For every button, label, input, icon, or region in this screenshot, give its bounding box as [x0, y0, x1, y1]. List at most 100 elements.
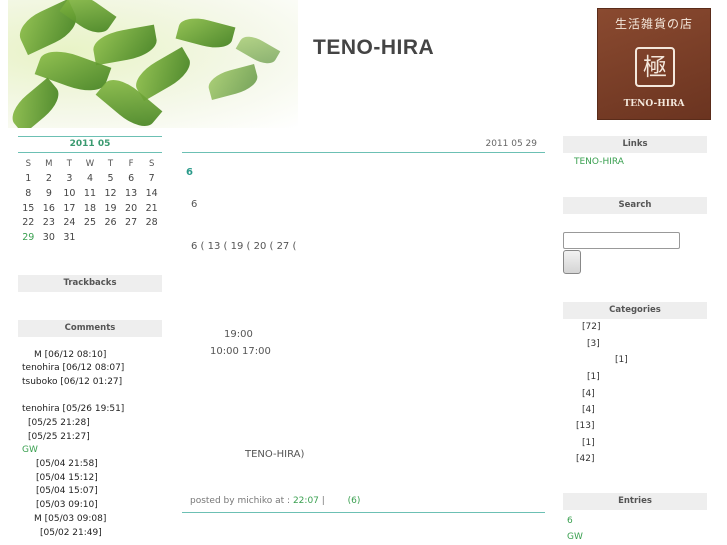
calendar-day[interactable]: 22 — [18, 215, 39, 230]
calendar-day[interactable]: 27 — [121, 215, 142, 230]
calendar-weekday: W — [85, 159, 95, 170]
category-item[interactable]: [1] — [587, 372, 600, 382]
calendar-title: 2011 05 — [18, 136, 162, 153]
posted-by-text: posted by michiko at : — [190, 496, 291, 506]
shop-logo[interactable]: 生活雑貨の店 極 TENO-HIRA — [597, 8, 711, 120]
calendar-day[interactable]: 31 — [59, 230, 80, 245]
calendar-day[interactable]: 18 — [80, 201, 101, 216]
entry-link-gw[interactable]: GW — [567, 529, 707, 545]
category-item[interactable]: [72] — [582, 322, 600, 332]
entry-body-line: TENO-HIRA) — [245, 449, 305, 460]
entry-bottom-rule — [182, 512, 545, 513]
calendar-day — [100, 230, 121, 245]
calendar-day[interactable]: 28 — [141, 215, 162, 230]
logo-bottom-text: TENO-HIRA — [623, 99, 685, 109]
comment-item[interactable]: [05/04 15:07] — [18, 485, 162, 499]
category-item[interactable]: [4] — [582, 405, 595, 415]
calendar-day[interactable]: 17 — [59, 201, 80, 216]
entry-body-line: 6 ( 13 ( 19 ( 20 ( 27 ( — [191, 241, 297, 252]
comments-list: M [06/12 08:10] tenohira [06/12 08:07] tsu… — [18, 349, 162, 541]
calendar-day — [141, 230, 162, 245]
calendar-day[interactable]: 4 — [80, 172, 101, 187]
comment-item[interactable]: [05/25 21:28] — [18, 417, 162, 431]
calendar-day[interactable]: 2 — [39, 172, 60, 187]
entry-date: 2011 05 29 — [182, 136, 545, 153]
comments-count-link[interactable]: (6) — [348, 496, 361, 506]
search-input[interactable] — [563, 232, 680, 249]
comment-item[interactable]: [05/02 21:49] — [18, 527, 162, 541]
calendar-day[interactable]: 5 — [100, 172, 121, 187]
category-item[interactable]: [4] — [582, 389, 595, 399]
comment-item[interactable]: tenohira [06/12 08:07] — [18, 362, 162, 376]
logo-mark: 極 — [635, 47, 675, 87]
search-heading: Search — [563, 197, 707, 214]
calendar-table: S M T W T F S 1 2 3 4 5 6 7 8 9 10 11 12 13 14 15 16 17 18 19 20 21… — [18, 157, 162, 245]
calendar-day[interactable]: 29 — [18, 230, 39, 245]
calendar-day[interactable]: 16 — [39, 201, 60, 216]
calendar-day[interactable]: 7 — [141, 172, 162, 187]
logo-top-text: 生活雑貨の店 — [614, 17, 693, 31]
posted-time-link[interactable]: 22:07 — [293, 496, 319, 506]
calendar-weekday: M — [45, 159, 53, 170]
category-item[interactable]: [1] — [615, 355, 628, 365]
entry-footer: posted by michiko at : 22:07 | (6) — [190, 496, 360, 506]
comment-item[interactable]: M [05/03 09:08] — [18, 513, 162, 527]
calendar-day[interactable]: 10 — [59, 186, 80, 201]
calendar-day[interactable]: 30 — [39, 230, 60, 245]
link-teno-hira[interactable]: TENO-HIRA — [574, 157, 707, 167]
calendar-weekday: S — [25, 159, 31, 170]
entries-heading: Entries — [563, 493, 707, 510]
calendar-day[interactable]: 11 — [80, 186, 101, 201]
entry-body-line: 19:00 — [224, 329, 253, 340]
links-heading: Links — [563, 136, 707, 153]
category-item[interactable]: [3] — [587, 339, 600, 349]
comment-item[interactable]: [05/03 09:10] — [18, 499, 162, 513]
calendar-weekday: T — [107, 159, 114, 170]
comment-item[interactable]: tsuboko [06/12 01:27] — [18, 376, 162, 390]
right-sidebar: Links TENO-HIRA Search Categories [72] [3… — [563, 136, 707, 542]
entry-title[interactable]: 6 — [186, 167, 193, 178]
calendar-day[interactable]: 19 — [100, 201, 121, 216]
comment-item[interactable]: M [06/12 08:10] — [18, 349, 162, 363]
calendar-weekday: F — [128, 159, 134, 170]
calendar-day[interactable]: 8 — [18, 186, 39, 201]
comment-item[interactable]: [05/04 21:58] — [18, 458, 162, 472]
calendar-day[interactable]: 14 — [141, 186, 162, 201]
comment-item — [18, 390, 162, 404]
posted-separator: | — [318, 496, 325, 506]
comment-item[interactable]: tenohira [05/26 19:51] — [18, 403, 162, 417]
calendar-day[interactable]: 25 — [80, 215, 101, 230]
search-button[interactable] — [563, 250, 581, 274]
comment-item[interactable]: [05/25 21:27] — [18, 431, 162, 445]
calendar-day[interactable]: 6 — [121, 172, 142, 187]
calendar-day — [80, 230, 101, 245]
category-item[interactable]: [42] — [576, 454, 594, 464]
calendar-day[interactable]: 21 — [141, 201, 162, 216]
comment-item[interactable]: [05/04 15:12] — [18, 472, 162, 486]
calendar-day[interactable]: 23 — [39, 215, 60, 230]
calendar-day[interactable]: 1 — [18, 172, 39, 187]
categories-heading: Categories — [563, 302, 707, 319]
header: TENO-HIRA 生活雑貨の店 極 TENO-HIRA — [0, 0, 727, 128]
calendar-day[interactable]: 9 — [39, 186, 60, 201]
calendar-day[interactable]: 24 — [59, 215, 80, 230]
calendar-day[interactable]: 12 — [100, 186, 121, 201]
site-title[interactable]: TENO-HIRA — [313, 36, 434, 60]
main-entry: 2011 05 29 6 6 6 ( 13 ( 19 ( 20 ( 27 ( 19:… — [182, 136, 545, 516]
entry-link-6[interactable]: 6 — [567, 513, 707, 529]
calendar-day[interactable]: 3 — [59, 172, 80, 187]
category-item[interactable]: [1] — [582, 438, 595, 448]
trackbacks-heading: Trackbacks — [18, 274, 162, 292]
left-sidebar: 2011 05 S M T W T F S 1 2 3 4 5 6 7 8 9 10 11 12 13 14 15 16 17… — [18, 136, 162, 540]
comment-item[interactable]: GW — [18, 444, 162, 458]
entry-body-line: 10:00 17:00 — [210, 346, 271, 357]
calendar-weekday: S — [148, 159, 155, 170]
entry-body-line: 6 — [191, 199, 198, 210]
calendar-day[interactable]: 20 — [121, 201, 142, 216]
calendar-day[interactable]: 13 — [121, 186, 142, 201]
calendar-day — [121, 230, 142, 245]
calendar-day[interactable]: 26 — [100, 215, 121, 230]
category-item[interactable]: [13] — [576, 421, 594, 431]
calendar-day[interactable]: 15 — [18, 201, 39, 216]
calendar-weekday: T — [66, 159, 72, 170]
